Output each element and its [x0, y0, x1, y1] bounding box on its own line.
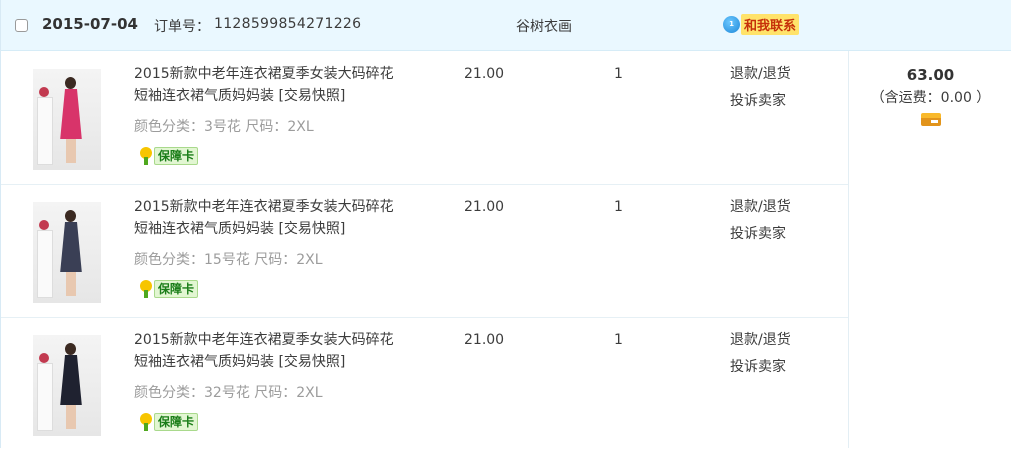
guarantee-card-badge[interactable]: 保障卡: [138, 413, 199, 431]
order-date: 2015-07-04: [42, 15, 138, 33]
credit-card-icon[interactable]: [920, 113, 941, 126]
order-number-label: 订单号：: [154, 19, 210, 35]
refund-return-link[interactable]: 退款/退货: [730, 327, 791, 354]
product-sku: 颜色分类：15号花 尺码：2XL: [134, 252, 323, 268]
complain-seller-link[interactable]: 投诉卖家: [730, 354, 786, 381]
item-quantity: 1: [614, 332, 623, 348]
order-number: 1128599854271226: [214, 16, 362, 32]
guarantee-card-label: 保障卡: [154, 280, 199, 298]
product-sku: 颜色分类：32号花 尺码：2XL: [134, 385, 323, 401]
total-amount: 63.00: [906, 66, 955, 84]
order-header: 2015-07-04 订单号： 1128599854271226 谷树衣画 1 …: [1, 0, 1011, 51]
wangwang-chat-icon: 1: [723, 15, 740, 33]
product-title-link[interactable]: 2015新款中老年连衣裙夏季女装大码碎花短袖连衣裙气质妈妈装 [交易快照]: [134, 63, 404, 107]
product-thumbnail[interactable]: [33, 335, 101, 436]
product-title-link[interactable]: 2015新款中老年连衣裙夏季女装大码碎花短袖连衣裙气质妈妈装 [交易快照]: [134, 196, 404, 240]
contact-seller-label: 和我联系: [741, 13, 800, 35]
item-quantity: 1: [614, 66, 623, 82]
guarantee-card-label: 保障卡: [154, 413, 199, 431]
guarantee-card-label: 保障卡: [154, 147, 199, 165]
guarantee-flower-icon: [138, 280, 154, 298]
product-thumbnail[interactable]: [33, 69, 101, 170]
item-price: 21.00: [464, 199, 505, 215]
guarantee-flower-icon: [138, 413, 154, 431]
item-price: 21.00: [464, 332, 505, 348]
refund-return-link[interactable]: 退款/退货: [730, 61, 791, 88]
item-price: 21.00: [464, 66, 505, 82]
shop-name-link[interactable]: 谷树衣画: [516, 16, 572, 36]
guarantee-card-badge[interactable]: 保障卡: [138, 280, 199, 298]
guarantee-flower-icon: [138, 147, 154, 165]
order-item-row: 2015新款中老年连衣裙夏季女装大码碎花短袖连衣裙气质妈妈装 [交易快照] 颜色…: [1, 51, 848, 185]
product-sku: 颜色分类：3号花 尺码：2XL: [134, 119, 314, 135]
contact-seller-button[interactable]: 1 和我联系: [723, 13, 800, 35]
order-card: 2015-07-04 订单号： 1128599854271226 谷树衣画 1 …: [0, 0, 1011, 448]
product-title-link[interactable]: 2015新款中老年连衣裙夏季女装大码碎花短袖连衣裙气质妈妈装 [交易快照]: [134, 329, 404, 373]
item-quantity: 1: [614, 199, 623, 215]
shipping-fee: （含运费：0.00 ）: [870, 90, 991, 106]
order-item-row: 2015新款中老年连衣裙夏季女装大码碎花短袖连衣裙气质妈妈装 [交易快照] 颜色…: [1, 317, 848, 450]
guarantee-card-badge[interactable]: 保障卡: [138, 147, 199, 165]
complain-seller-link[interactable]: 投诉卖家: [730, 88, 786, 115]
order-item-row: 2015新款中老年连衣裙夏季女装大码碎花短袖连衣裙气质妈妈装 [交易快照] 颜色…: [1, 184, 848, 318]
order-total: 63.00 （含运费：0.00 ）: [849, 66, 1011, 130]
product-thumbnail[interactable]: [33, 202, 101, 303]
complain-seller-link[interactable]: 投诉卖家: [730, 221, 786, 248]
order-select-checkbox[interactable]: [15, 19, 28, 32]
refund-return-link[interactable]: 退款/退货: [730, 194, 791, 221]
